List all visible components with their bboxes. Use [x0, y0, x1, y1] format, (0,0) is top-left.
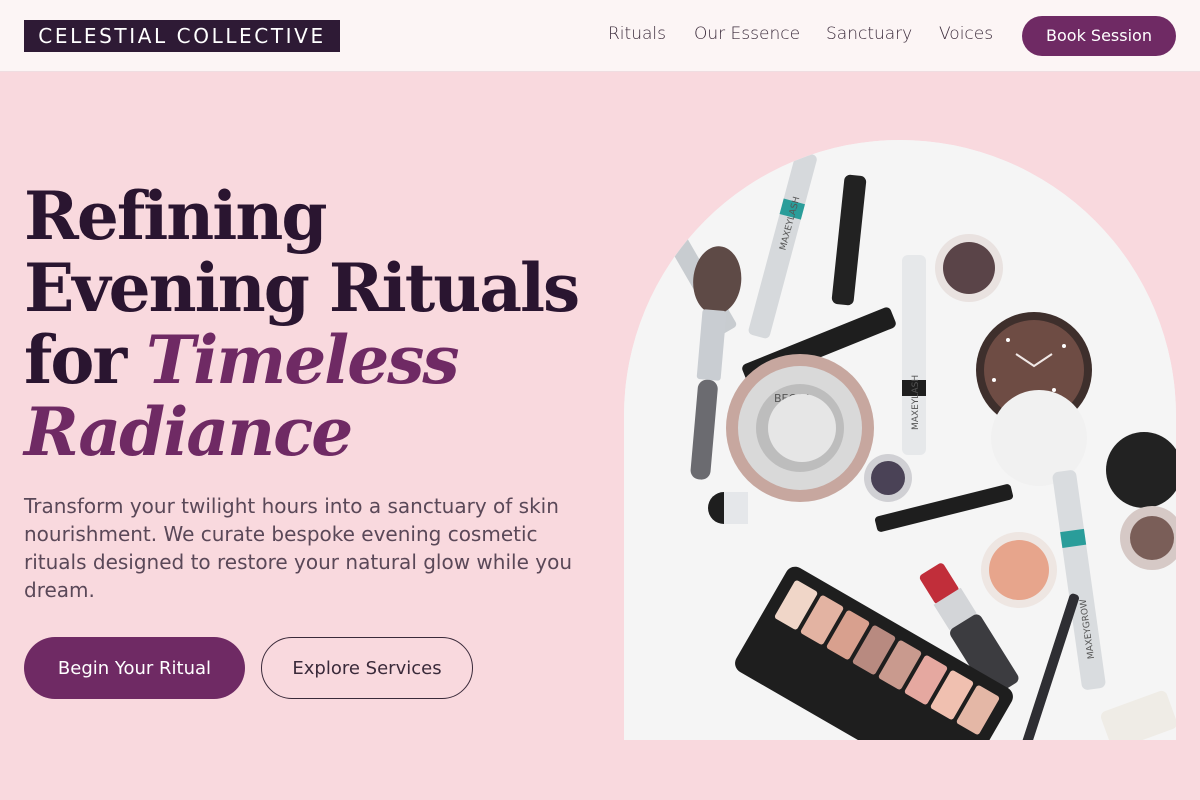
book-session-button[interactable]: Book Session — [1022, 16, 1176, 56]
begin-ritual-button[interactable]: Begin Your Ritual — [24, 637, 245, 699]
brand-logo[interactable]: CELESTIAL COLLECTIVE — [24, 20, 340, 52]
nav-link-sanctuary[interactable]: Sanctuary — [826, 24, 912, 44]
headline-line-2: Evening Rituals — [24, 249, 580, 327]
product-text-maxeylash-2: MAXEYLASH — [911, 375, 921, 430]
hero-description: Transform your twilight hours into a san… — [24, 494, 572, 602]
headline-accent-timeless: Timeless — [146, 321, 459, 399]
headline-accent-radiance: Radiance — [24, 393, 353, 471]
headline-line-3-plain: for — [24, 321, 147, 399]
hero-cosmetics-image: MAXEYLASH MAXEYLASH BECCA — [624, 140, 1176, 740]
hero-headline: Refining Evening Rituals for Timeless Ra… — [24, 180, 604, 468]
cosmetics-flatlay-illustration: MAXEYLASH MAXEYLASH BECCA — [624, 140, 1176, 740]
nav-link-voices[interactable]: Voices — [939, 24, 993, 44]
nav-link-rituals[interactable]: Rituals — [608, 24, 666, 44]
headline-line-3: for Timeless — [24, 324, 604, 396]
explore-services-button[interactable]: Explore Services — [261, 637, 473, 699]
site-header: CELESTIAL COLLECTIVE Rituals Our Essence… — [0, 0, 1200, 72]
nav-link-our-essence[interactable]: Our Essence — [694, 24, 800, 44]
headline-line-1: Refining — [24, 177, 328, 255]
